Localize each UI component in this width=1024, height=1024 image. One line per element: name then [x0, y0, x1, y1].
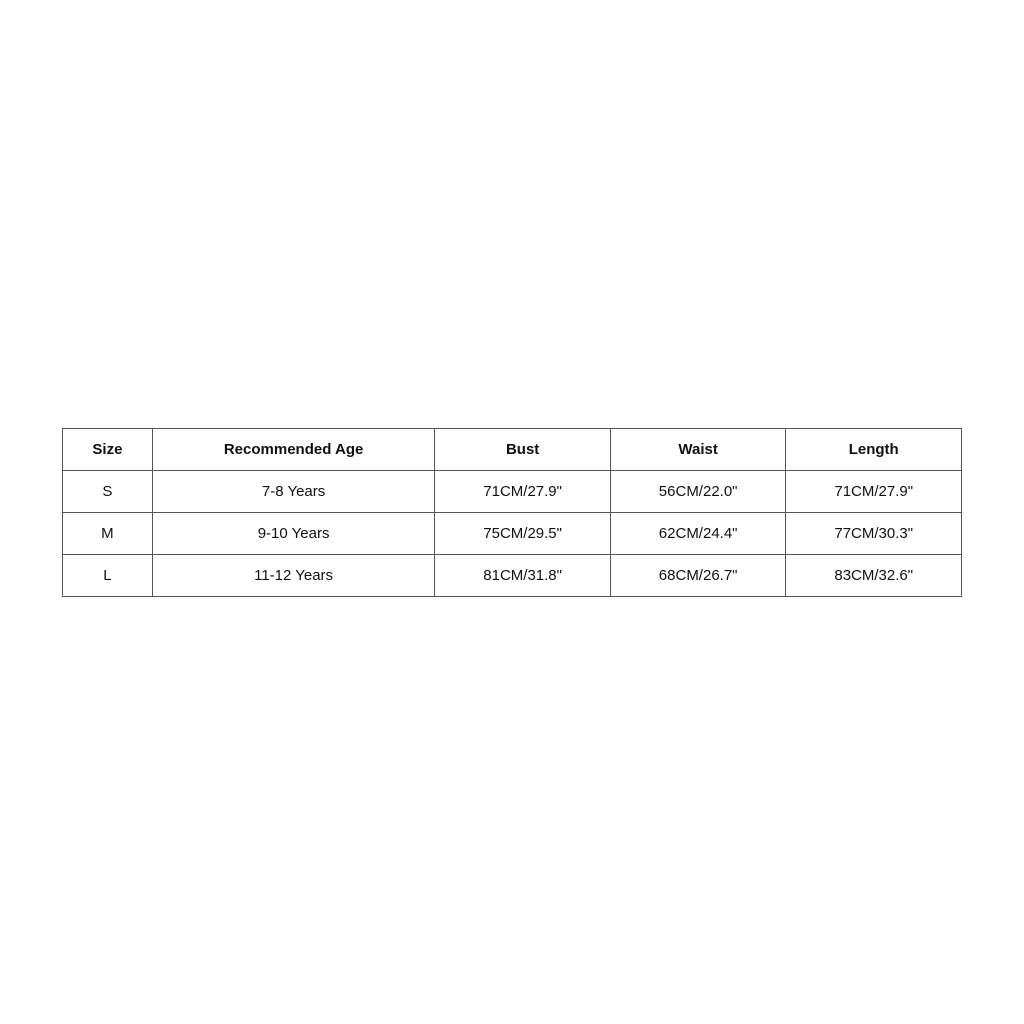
table-row: M9-10 Years75CM/29.5"62CM/24.4"77CM/30.3… — [63, 512, 962, 554]
table-row: L11-12 Years81CM/31.8"68CM/26.7"83CM/32.… — [63, 554, 962, 596]
cell-size: L — [63, 554, 153, 596]
size-chart-table: Size Recommended Age Bust Waist Length S… — [62, 428, 962, 597]
cell-age: 11-12 Years — [152, 554, 435, 596]
col-header-age: Recommended Age — [152, 428, 435, 470]
col-header-bust: Bust — [435, 428, 611, 470]
cell-waist: 62CM/24.4" — [610, 512, 786, 554]
cell-size: M — [63, 512, 153, 554]
cell-bust: 71CM/27.9" — [435, 470, 611, 512]
cell-age: 9-10 Years — [152, 512, 435, 554]
cell-length: 71CM/27.9" — [786, 470, 962, 512]
col-header-size: Size — [63, 428, 153, 470]
size-chart-wrapper: Size Recommended Age Bust Waist Length S… — [62, 428, 962, 597]
col-header-waist: Waist — [610, 428, 786, 470]
cell-age: 7-8 Years — [152, 470, 435, 512]
table-row: S7-8 Years71CM/27.9"56CM/22.0"71CM/27.9" — [63, 470, 962, 512]
cell-length: 83CM/32.6" — [786, 554, 962, 596]
table-header-row: Size Recommended Age Bust Waist Length — [63, 428, 962, 470]
cell-bust: 75CM/29.5" — [435, 512, 611, 554]
cell-size: S — [63, 470, 153, 512]
cell-length: 77CM/30.3" — [786, 512, 962, 554]
cell-bust: 81CM/31.8" — [435, 554, 611, 596]
cell-waist: 68CM/26.7" — [610, 554, 786, 596]
col-header-length: Length — [786, 428, 962, 470]
cell-waist: 56CM/22.0" — [610, 470, 786, 512]
